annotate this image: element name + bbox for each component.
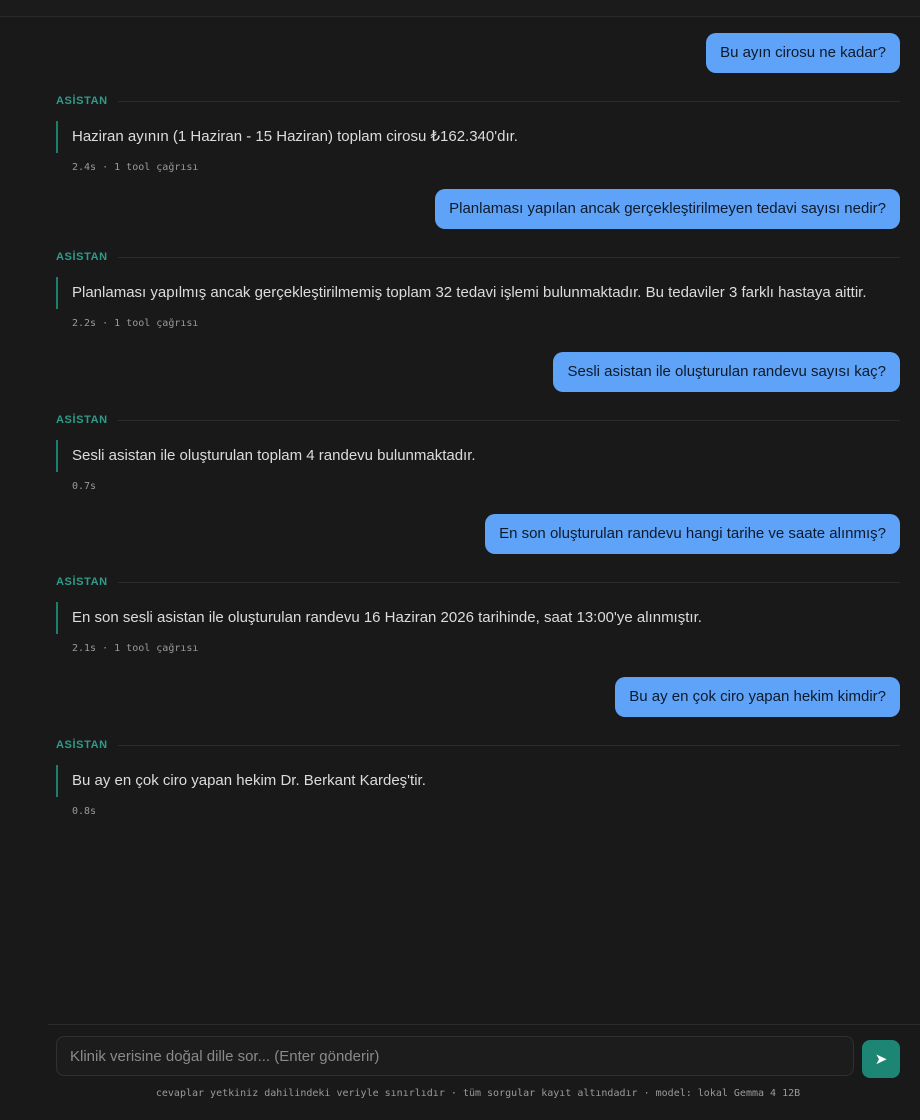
user-bubble: Sesli asistan ile oluşturulan randevu sa…: [553, 352, 900, 392]
footer-text-limits: cevaplar yetkiniz dahilindeki veriyle sı…: [155, 1088, 445, 1099]
user-bubble: Planlaması yapılan ancak gerçekleştirilm…: [435, 189, 900, 229]
divider: [117, 419, 900, 421]
assistant-label: ASİSTAN: [56, 414, 108, 426]
assistant-label: ASİSTAN: [56, 576, 108, 588]
user-bubble: Bu ay en çok ciro yapan hekim kimdir?: [615, 677, 900, 717]
send-icon: ➤: [874, 1050, 888, 1068]
send-button[interactable]: ➤: [862, 1040, 900, 1078]
footer-separator: ·: [643, 1088, 650, 1099]
response-meta: 2.2s · 1 tool çağrısı: [72, 318, 199, 329]
response-meta: 2.1s · 1 tool çağrısı: [72, 643, 199, 654]
user-message: Sesli asistan ile oluşturulan randevu sa…: [56, 352, 900, 392]
response-meta: 2.4s · 1 tool çağrısı: [72, 162, 199, 173]
assistant-text: Haziran ayının (1 Haziran - 15 Haziran) …: [56, 121, 900, 153]
assistant-message: ASİSTAN En son sesli asistan ile oluştur…: [56, 575, 900, 654]
chat-thread: Bu ayın cirosu ne kadar? ASİSTAN Haziran…: [56, 16, 900, 1016]
divider: [117, 581, 900, 583]
user-message: Bu ay en çok ciro yapan hekim kimdir?: [56, 677, 900, 717]
assistant-message: ASİSTAN Planlaması yapılmış ancak gerçek…: [56, 250, 900, 329]
assistant-text: En son sesli asistan ile oluşturulan ran…: [56, 602, 900, 634]
assistant-message: ASİSTAN Haziran ayının (1 Haziran - 15 H…: [56, 94, 900, 173]
user-bubble: En son oluşturulan randevu hangi tarihe …: [485, 514, 900, 554]
divider: [117, 100, 900, 102]
assistant-message: ASİSTAN Bu ay en çok ciro yapan hekim Dr…: [56, 738, 900, 817]
assistant-label: ASİSTAN: [56, 95, 108, 107]
footer-separator: ·: [450, 1088, 457, 1099]
assistant-text: Bu ay en çok ciro yapan hekim Dr. Berkan…: [56, 765, 900, 797]
assistant-text: Sesli asistan ile oluşturulan toplam 4 r…: [56, 440, 900, 472]
composer-divider: [48, 1024, 920, 1025]
top-bar: [0, 0, 920, 17]
assistant-text: Planlaması yapılmış ancak gerçekleştiril…: [56, 277, 892, 309]
divider: [117, 744, 900, 746]
user-message: Planlaması yapılan ancak gerçekleştirilm…: [56, 189, 900, 229]
assistant-label: ASİSTAN: [56, 739, 108, 751]
assistant-message: ASİSTAN Sesli asistan ile oluşturulan to…: [56, 413, 900, 492]
footer-text-logging: tüm sorgular kayıt altındadır: [462, 1088, 638, 1099]
footer-text-model: model: lokal Gemma 4 12B: [655, 1088, 801, 1099]
response-meta: 0.7s: [72, 481, 97, 492]
assistant-label: ASİSTAN: [56, 251, 108, 263]
response-meta: 0.8s: [72, 806, 97, 817]
user-message: Bu ayın cirosu ne kadar?: [56, 33, 900, 73]
divider: [117, 256, 900, 258]
footer-disclaimer: cevaplar yetkiniz dahilindeki veriyle sı…: [0, 1088, 920, 1099]
user-bubble: Bu ayın cirosu ne kadar?: [706, 33, 900, 73]
user-message: En son oluşturulan randevu hangi tarihe …: [56, 514, 900, 554]
chat-input[interactable]: [56, 1036, 854, 1076]
